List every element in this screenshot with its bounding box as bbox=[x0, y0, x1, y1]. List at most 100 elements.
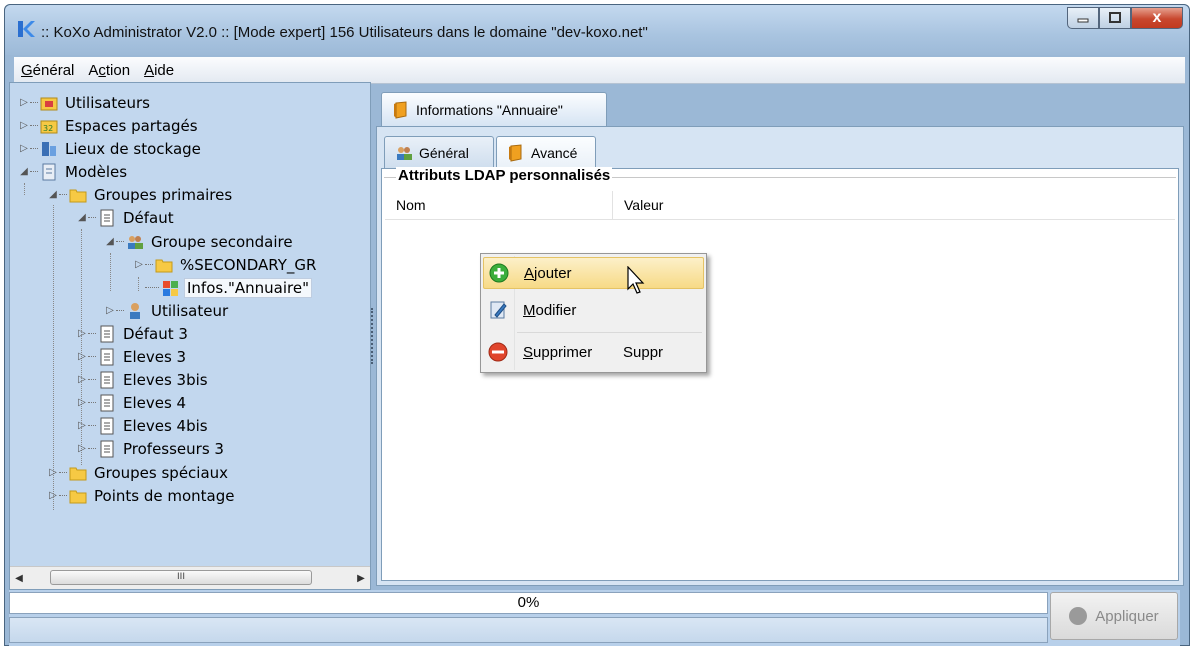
collapse-arrow-icon[interactable]: ◢ bbox=[48, 189, 58, 200]
menu-item-supprimer[interactable]: Supprimer Suppr bbox=[483, 336, 704, 368]
expand-arrow-icon[interactable]: ▷ bbox=[19, 120, 29, 131]
progress-bar: 0% bbox=[9, 592, 1048, 614]
collapse-arrow-icon[interactable]: ◢ bbox=[77, 212, 87, 223]
model-icon bbox=[42, 163, 56, 180]
column-header-valeur[interactable]: Valeur bbox=[613, 191, 663, 219]
user-icon bbox=[130, 302, 140, 319]
directory-info-icon bbox=[163, 280, 178, 296]
menu-action-mnemonic: c bbox=[98, 61, 106, 79]
collapse-arrow-icon[interactable]: ◢ bbox=[19, 166, 29, 177]
tab-informations-annuaire[interactable]: Informations "Annuaire" bbox=[381, 92, 607, 126]
tree-item-utilisateur[interactable]: ▷ Utilisateur bbox=[105, 299, 230, 322]
tree-item-label: Eleves 4bis bbox=[123, 416, 208, 435]
tree-item-utilisateurs[interactable]: ▷ Utilisateurs bbox=[19, 91, 152, 114]
tree-item-espaces-partages[interactable]: ▷ 32 Espaces partagés bbox=[19, 114, 200, 137]
tree-item-groupes-primaires[interactable]: ◢ Groupes primaires bbox=[48, 183, 234, 206]
tree-item-modeles[interactable]: ◢ Modèles bbox=[19, 160, 129, 183]
tab-avance[interactable]: Avancé bbox=[496, 136, 596, 168]
tree-item-label: Utilisateurs bbox=[65, 93, 150, 112]
tree-item-defaut-3[interactable]: ▷ Défaut 3 bbox=[77, 322, 190, 345]
tree-item-label: Défaut bbox=[123, 208, 174, 227]
tree-item-label: Défaut 3 bbox=[123, 324, 188, 343]
menu-general-mnemonic: G bbox=[21, 61, 33, 79]
tree-item-lieux-de-stockage[interactable]: ▷ Lieux de stockage bbox=[19, 137, 203, 160]
tree-item-label: Eleves 3 bbox=[123, 347, 187, 366]
maximize-button[interactable] bbox=[1099, 7, 1131, 29]
menu-item-label: Ajouter bbox=[524, 265, 624, 282]
document-icon bbox=[100, 440, 114, 457]
menu-item-label: Modifier bbox=[523, 302, 623, 319]
label-rest: jouter bbox=[534, 264, 572, 282]
tree-item-label: Professeurs 3 bbox=[123, 439, 224, 458]
panel-splitter[interactable] bbox=[371, 82, 374, 590]
scroll-left-icon[interactable]: ◀ bbox=[10, 567, 28, 589]
users-folder-icon bbox=[40, 97, 58, 110]
tree-item-eleves-4bis[interactable]: ▷ Eleves 4bis bbox=[77, 414, 210, 437]
expand-arrow-icon[interactable]: ▷ bbox=[19, 97, 29, 108]
menu-aide[interactable]: Aide bbox=[137, 62, 181, 79]
add-icon bbox=[489, 263, 509, 283]
svg-text:32: 32 bbox=[43, 124, 53, 133]
koxo-logo-icon bbox=[18, 21, 35, 37]
tree-item-defaut[interactable]: ◢ Défaut bbox=[77, 206, 176, 229]
expand-arrow-icon[interactable]: ▷ bbox=[77, 397, 87, 408]
title-bar[interactable]: :: KoXo Administrator V2.0 :: [Mode expe… bbox=[5, 5, 1189, 55]
group-icon bbox=[397, 146, 412, 160]
menu-general[interactable]: Général bbox=[14, 62, 81, 79]
tree-item-eleves-3bis[interactable]: ▷ Eleves 3bis bbox=[77, 368, 210, 391]
menu-item-ajouter[interactable]: Ajouter bbox=[483, 257, 704, 289]
tree-item-label: Infos."Annuaire" bbox=[184, 277, 312, 298]
minimize-button[interactable] bbox=[1067, 7, 1099, 29]
maximize-icon bbox=[1109, 12, 1121, 23]
folder-icon bbox=[69, 467, 87, 480]
expand-arrow-icon[interactable]: ▷ bbox=[77, 374, 87, 385]
horizontal-scrollbar[interactable]: ◀ III ▶ bbox=[10, 566, 370, 589]
folder-icon bbox=[155, 259, 173, 272]
document-icon bbox=[100, 417, 114, 434]
storage-icon bbox=[42, 141, 56, 156]
expand-arrow-icon[interactable]: ▷ bbox=[134, 259, 144, 270]
splitter-grip[interactable] bbox=[371, 308, 373, 364]
label-rest: upprimer bbox=[533, 343, 593, 361]
scroll-right-icon[interactable]: ▶ bbox=[352, 567, 370, 589]
tree-item-eleves-4[interactable]: ▷ Eleves 4 bbox=[77, 391, 188, 414]
close-button[interactable]: x bbox=[1131, 7, 1183, 29]
expand-arrow-icon[interactable]: ▷ bbox=[77, 443, 87, 454]
menu-aide-mnemonic: A bbox=[144, 61, 155, 79]
ldap-attributes-group: Attributs LDAP personnalisés Nom Valeur bbox=[381, 167, 1179, 581]
tree-item-secondary-gr[interactable]: ▷ %SECONDARY_GR bbox=[134, 253, 318, 276]
tab-label: Avancé bbox=[531, 144, 578, 161]
tree-item-label: Points de montage bbox=[94, 486, 235, 505]
tree-item-label: Groupes spéciaux bbox=[94, 463, 229, 482]
expand-arrow-icon[interactable]: ▷ bbox=[48, 467, 58, 478]
tree-item-groupe-secondaire[interactable]: ◢ Groupe secondaire bbox=[105, 230, 295, 253]
tree-view[interactable]: ▷ Utilisateurs ▷ 32 Espaces partagés ▷ L… bbox=[10, 83, 370, 565]
expand-arrow-icon[interactable]: ▷ bbox=[19, 143, 29, 154]
menu-action[interactable]: Action bbox=[81, 62, 137, 79]
shared-space-icon: 32 bbox=[40, 120, 58, 133]
edit-icon bbox=[490, 301, 507, 319]
tree-item-label: %SECONDARY_GR bbox=[180, 255, 317, 274]
tree-item-label: Groupes primaires bbox=[94, 185, 233, 204]
tree-item-infos-annuaire[interactable]: Infos."Annuaire" bbox=[144, 276, 312, 299]
expand-arrow-icon[interactable]: ▷ bbox=[77, 328, 87, 339]
collapse-arrow-icon[interactable]: ◢ bbox=[105, 236, 115, 247]
apply-button[interactable]: Appliquer bbox=[1050, 592, 1178, 640]
expand-arrow-icon[interactable]: ▷ bbox=[77, 351, 87, 362]
expand-arrow-icon[interactable]: ▷ bbox=[48, 490, 58, 501]
tree-guide-line bbox=[24, 183, 25, 195]
expand-arrow-icon[interactable]: ▷ bbox=[77, 420, 87, 431]
tree-item-label: Eleves 3bis bbox=[123, 370, 208, 389]
menu-shortcut: Suppr bbox=[623, 343, 664, 361]
tab-general[interactable]: Général bbox=[384, 136, 494, 168]
tree-item-points-de-montage[interactable]: ▷ Points de montage bbox=[48, 484, 236, 507]
expand-arrow-icon[interactable]: ▷ bbox=[105, 305, 115, 316]
tree-item-professeurs-3[interactable]: ▷ Professeurs 3 bbox=[77, 437, 226, 460]
tree-item-eleves-3[interactable]: ▷ Eleves 3 bbox=[77, 345, 188, 368]
scroll-thumb[interactable]: III bbox=[50, 570, 312, 585]
column-header-nom[interactable]: Nom bbox=[385, 191, 613, 219]
window-title: :: KoXo Administrator V2.0 :: [Mode expe… bbox=[41, 24, 648, 41]
menu-item-modifier[interactable]: Modifier bbox=[483, 294, 704, 326]
window-controls: x bbox=[1067, 7, 1183, 31]
tree-item-groupes-speciaux[interactable]: ▷ Groupes spéciaux bbox=[48, 461, 230, 484]
